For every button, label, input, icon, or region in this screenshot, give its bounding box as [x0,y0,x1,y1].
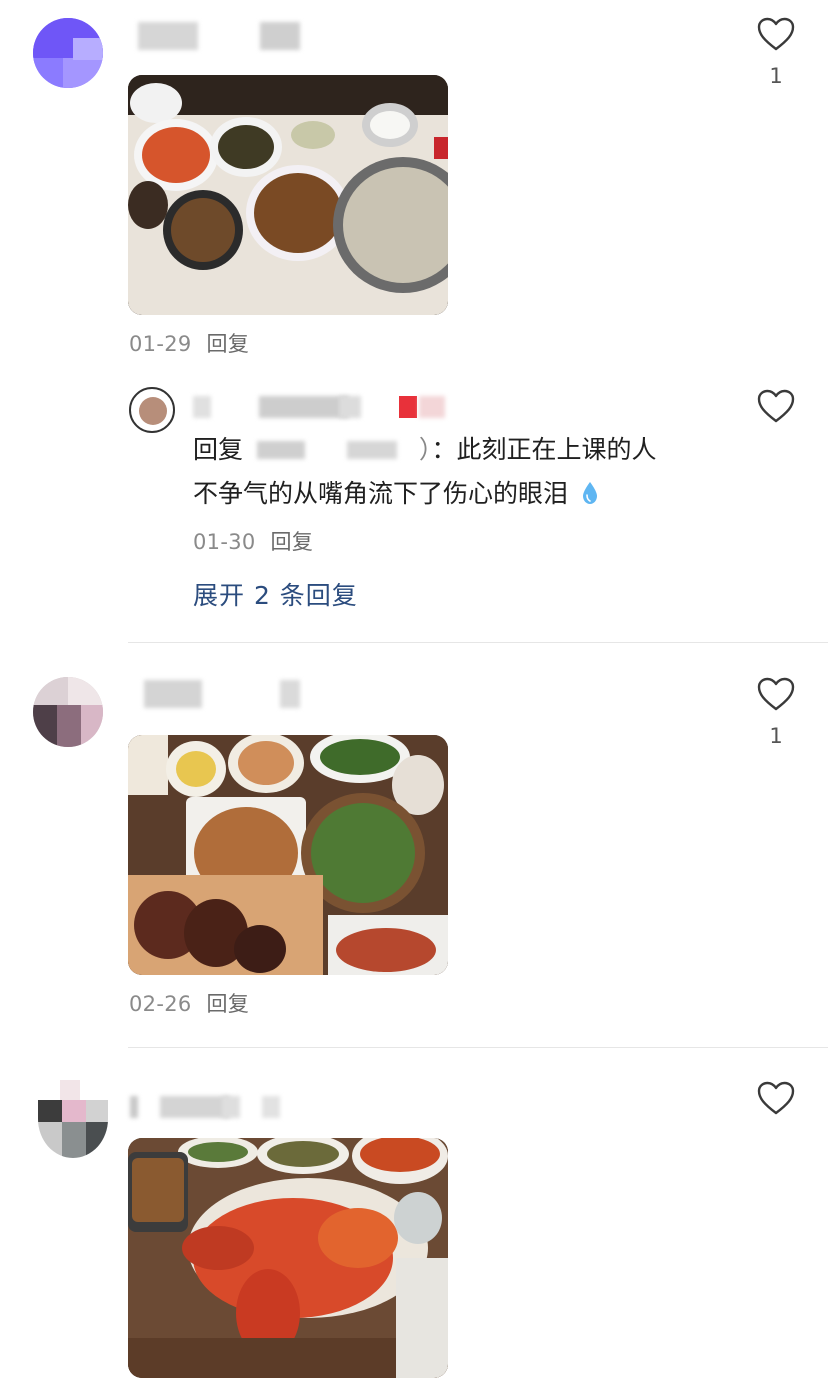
reply-button[interactable]: 回复 [207,332,250,356]
reply-prefix: 回复 [193,435,244,464]
like-button[interactable] [756,676,796,716]
username-blurred[interactable] [130,1096,310,1120]
mentioned-user-blurred[interactable] [251,439,411,461]
reply-button[interactable]: 回复 [207,992,250,1016]
divider [128,1047,828,1048]
droplet-icon [582,482,597,504]
expand-replies-button[interactable]: 展开 2 条回复 [193,576,358,612]
avatar[interactable] [33,677,103,747]
avatar[interactable] [38,1080,108,1158]
comment-photo[interactable] [128,1138,448,1378]
reply-button[interactable]: 回复 [271,530,314,554]
comment-meta: 02-26 回复 [129,988,249,1018]
avatar[interactable] [129,387,175,433]
reply-meta: 01-30 回复 [193,526,313,556]
avatar[interactable] [33,18,103,88]
comment-photo[interactable] [128,735,448,975]
like-button[interactable] [756,1080,796,1120]
comment-date: 02-26 [129,992,192,1016]
like-button[interactable] [756,388,796,428]
comment-photo[interactable] [128,75,448,315]
reply-text-line1: ：此刻正在上课的人 [431,435,657,464]
reply-date: 01-30 [193,530,256,554]
username-blurred[interactable] [130,680,310,708]
like-count: 1 [769,64,783,88]
reply-text-line2: 不争气的从嘴角流下了伤心的眼泪 [193,479,569,508]
heart-icon [757,389,795,423]
reply-content: 回复 ）：此刻正在上课的人 不争气的从嘴角流下了伤心的眼泪 [193,428,753,516]
username-blurred[interactable] [130,22,310,50]
comment-date: 01-29 [129,332,192,356]
username-blurred[interactable] [193,396,453,420]
divider [128,642,828,643]
like-count: 1 [769,724,783,748]
close-paren: ） [418,435,432,464]
heart-icon [757,1081,795,1115]
heart-icon [757,677,795,711]
heart-icon [757,17,795,51]
comment-meta: 01-29 回复 [129,328,249,358]
like-button[interactable] [756,16,796,56]
